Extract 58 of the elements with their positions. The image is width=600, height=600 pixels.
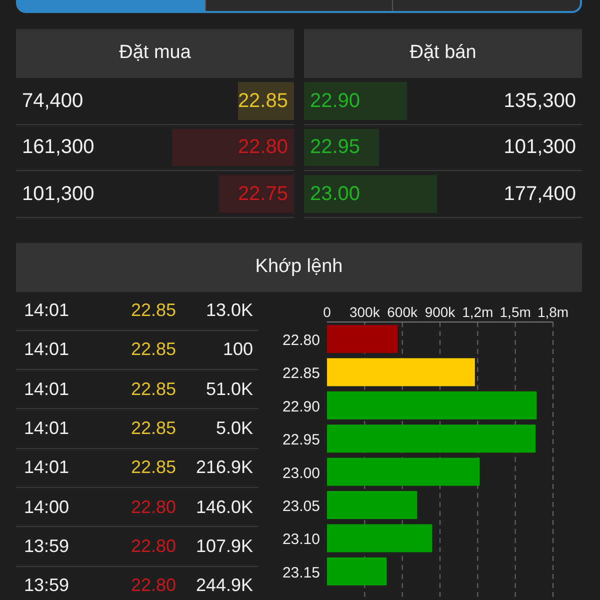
price-level-label: 23.00 [282,464,320,482]
segment-tab[interactable] [18,0,206,11]
trade-volume: 5.0K [214,417,253,440]
trade-time: 14:01 [23,378,70,401]
volume-bar [327,556,387,585]
bid-price: 22.80 [236,135,289,160]
section-header: Khớp lệnh [16,242,582,292]
price-level-label: 23.10 [282,530,320,548]
trade-price: 22.85 [130,456,176,480]
trade-price: 22.85 [130,378,176,401]
bid-volume: 101,300 [21,182,96,207]
trade-volume: 244.9K [194,574,253,598]
axis-tick-label: 900k [424,304,456,320]
ask-volume: 135,300 [502,88,577,114]
trade-time: 14:00 [23,496,70,519]
trade-price: 22.80 [130,496,176,519]
axis-tick-label: 0 [323,304,331,320]
price-level-label: 22.80 [282,332,320,348]
trade-volume: 146.0K [194,496,253,519]
price-level-label: 23.15 [282,564,320,581]
trade-price: 22.85 [130,417,176,440]
trade-time: 13:59 [23,574,70,598]
axis-tick-label: 300k [349,304,380,320]
price-level-label: 22.90 [282,398,320,415]
price-level-label: 23.05 [282,498,320,514]
segment-tab[interactable] [206,0,394,11]
column-header: Đặt mua [16,29,294,78]
trade-price: 22.85 [130,338,176,362]
trade-time: 14:01 [23,417,70,440]
axis-tick-label: 1,5m [500,304,531,320]
ask-volume: 101,300 [502,135,577,160]
ask-volume: 177,400 [502,182,577,207]
trade-price: 22.85 [130,299,176,322]
trade-volume: 216.9K [194,456,253,480]
trade-volume: 13.0K [204,299,253,322]
axis-tick-label: 1,8m [537,304,569,320]
trade-time: 14:01 [23,456,70,480]
price-level-label: 22.95 [282,431,320,448]
axis-tick-label: 600k [387,304,418,320]
ask-price: 22.90 [309,88,362,114]
trade-time: 13:59 [23,534,70,558]
ask-price: 23.00 [309,182,362,207]
ask-price: 22.95 [309,135,362,160]
price-level-label: 22.85 [282,364,320,382]
volume-bar [327,324,398,352]
bid-price: 22.85 [236,88,289,114]
trade-volume: 107.9K [194,534,253,558]
trade-time: 14:01 [23,299,70,322]
trade-volume: 51.0K [204,378,253,401]
trade-time: 14:01 [23,338,70,362]
trade-price: 22.80 [130,574,176,598]
trade-price: 22.80 [130,534,176,558]
bid-volume: 74,400 [21,88,84,114]
bid-price: 22.75 [236,182,289,207]
trade-volume: 100 [222,338,253,362]
axis-tick-label: 1,2m [462,304,494,320]
column-header: Đặt bán [304,29,582,78]
bid-volume: 161,300 [21,135,96,160]
